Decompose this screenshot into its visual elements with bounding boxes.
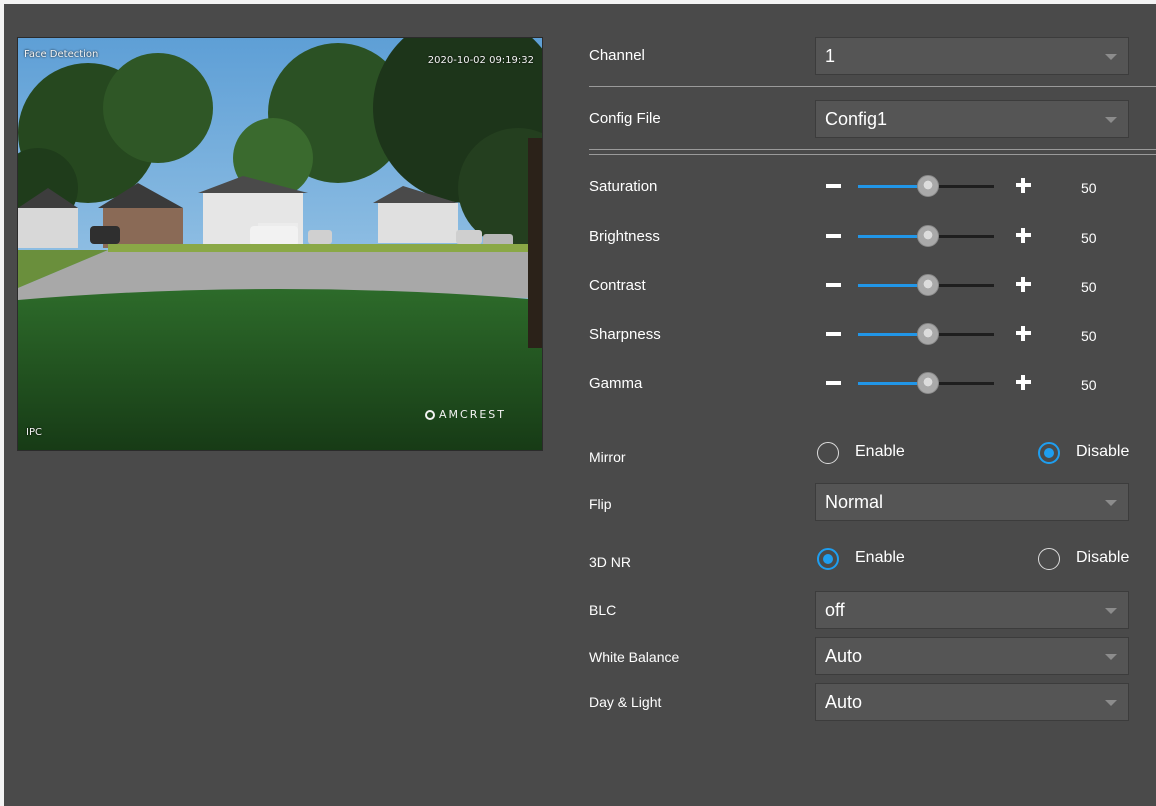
config-file-label: Config File <box>589 110 661 127</box>
white-balance-value: Auto <box>825 646 863 666</box>
brand-mark-icon <box>425 409 435 420</box>
divider <box>589 149 1156 150</box>
chevron-down-icon <box>1105 54 1117 60</box>
gamma-slider-handle[interactable] <box>917 372 939 394</box>
3d-nr-enable-label[interactable]: Enable <box>855 549 905 567</box>
minus-icon[interactable] <box>826 184 841 188</box>
brand-logo: AMCREST <box>425 408 506 421</box>
brand-name: AMCREST <box>439 408 506 421</box>
saturation-label: Saturation <box>589 178 658 195</box>
contrast-slider-handle[interactable] <box>917 274 939 296</box>
3d-nr-disable-radio[interactable] <box>1038 548 1060 570</box>
plus-icon[interactable] <box>1016 375 1031 390</box>
day-light-label: Day & Light <box>589 694 662 710</box>
saturation-slider-handle[interactable] <box>917 175 939 197</box>
day-light-value: Auto <box>825 692 863 712</box>
divider <box>589 154 1156 155</box>
minus-icon[interactable] <box>826 332 841 336</box>
3d-nr-disable-label[interactable]: Disable <box>1076 549 1129 567</box>
3d-nr-enable-radio[interactable] <box>817 548 839 570</box>
config-file-value: Config1 <box>825 109 888 129</box>
brightness-value: 50 <box>1081 230 1097 246</box>
brightness-label: Brightness <box>589 228 660 245</box>
sharpness-value: 50 <box>1081 328 1097 344</box>
config-file-select[interactable]: Config1 <box>815 100 1129 138</box>
brightness-slider-handle[interactable] <box>917 225 939 247</box>
mirror-disable-radio[interactable] <box>1038 442 1060 464</box>
flip-select[interactable]: Normal <box>815 483 1129 521</box>
gamma-value: 50 <box>1081 377 1097 393</box>
blc-label: BLC <box>589 602 617 618</box>
sharpness-slider-handle[interactable] <box>917 323 939 345</box>
plus-icon[interactable] <box>1016 228 1031 243</box>
plus-icon[interactable] <box>1016 326 1031 341</box>
chevron-down-icon <box>1105 608 1117 614</box>
day-light-select[interactable]: Auto <box>815 683 1129 721</box>
flip-label: Flip <box>589 496 612 512</box>
top-border <box>0 0 1156 4</box>
mirror-disable-label[interactable]: Disable <box>1076 443 1129 461</box>
mirror-enable-label[interactable]: Enable <box>855 443 905 461</box>
sharpness-label: Sharpness <box>589 326 661 343</box>
plus-icon[interactable] <box>1016 277 1031 292</box>
chevron-down-icon <box>1105 500 1117 506</box>
image-settings-page: Face Detection 2020-10-02 09:19:32 IPC A… <box>0 0 1156 806</box>
chevron-down-icon <box>1105 117 1117 123</box>
minus-icon[interactable] <box>826 234 841 238</box>
chevron-down-icon <box>1105 700 1117 706</box>
3d-nr-label: 3D NR <box>589 554 632 570</box>
left-border <box>0 0 4 806</box>
camera-scene-image <box>18 38 542 450</box>
channel-label: Channel <box>589 47 645 64</box>
white-balance-label: White Balance <box>589 649 680 665</box>
blc-select[interactable]: off <box>815 591 1129 629</box>
contrast-value: 50 <box>1081 279 1097 295</box>
minus-icon[interactable] <box>826 381 841 385</box>
flip-value: Normal <box>825 492 884 512</box>
channel-value: 1 <box>825 46 836 66</box>
osd-timestamp: 2020-10-02 09:19:32 <box>427 55 534 66</box>
blc-value: off <box>825 600 845 620</box>
divider <box>589 86 1156 87</box>
minus-icon[interactable] <box>826 283 841 287</box>
chevron-down-icon <box>1105 654 1117 660</box>
white-balance-select[interactable]: Auto <box>815 637 1129 675</box>
plus-icon[interactable] <box>1016 178 1031 193</box>
osd-channel-title: Face Detection <box>24 49 99 60</box>
osd-device-label: IPC <box>26 427 42 438</box>
saturation-value: 50 <box>1081 180 1097 196</box>
camera-preview: Face Detection 2020-10-02 09:19:32 IPC A… <box>17 37 543 451</box>
gamma-label: Gamma <box>589 375 643 392</box>
mirror-label: Mirror <box>589 449 626 465</box>
contrast-label: Contrast <box>589 277 646 294</box>
mirror-enable-radio[interactable] <box>817 442 839 464</box>
channel-select[interactable]: 1 <box>815 37 1129 75</box>
